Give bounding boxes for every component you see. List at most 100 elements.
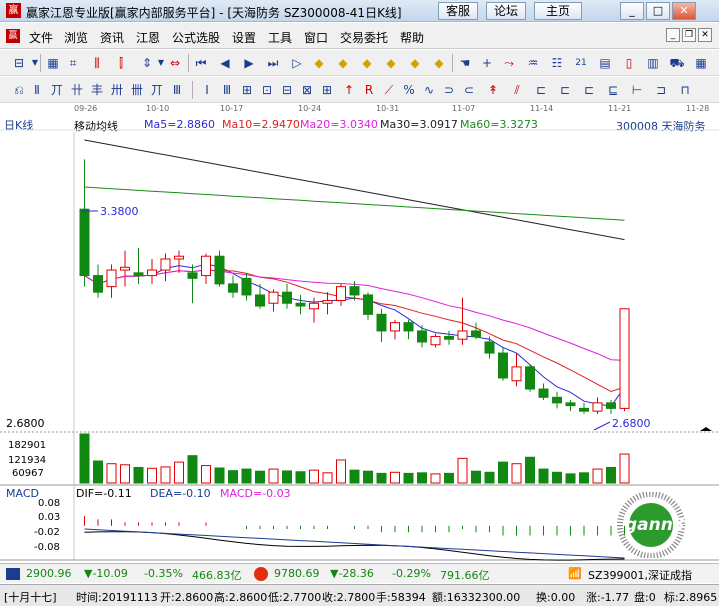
quote-turnover: 换:0.00 xyxy=(536,591,576,604)
candle-body xyxy=(525,366,535,390)
quote-close: 收:2.7800 xyxy=(322,591,376,604)
macd-tick: -0.08 xyxy=(34,542,60,553)
candle-body xyxy=(322,299,333,304)
volume-bar xyxy=(538,468,549,484)
candle-body xyxy=(430,335,441,346)
index-bar: 2900.96 ▼-10.09 -0.35% 466.83亿 9780.69 ▼… xyxy=(0,563,719,583)
volume-bar xyxy=(444,472,454,484)
candle-body xyxy=(606,402,616,409)
volume-tick: 121934 xyxy=(8,455,46,466)
sh-index-value[interactable]: 2900.96 xyxy=(26,567,72,580)
volume-bar xyxy=(336,459,346,484)
volume-bar xyxy=(241,468,252,484)
candle-body xyxy=(133,272,144,277)
candle-body xyxy=(498,352,508,379)
volume-bar xyxy=(201,465,211,484)
candle-body xyxy=(147,269,157,277)
volume-bar xyxy=(579,472,589,484)
sz-index-value[interactable]: 9780.69 xyxy=(274,567,320,580)
candle-body xyxy=(390,322,400,332)
candle-body xyxy=(241,277,252,296)
volume-bar xyxy=(133,466,144,484)
volume-bar xyxy=(255,470,265,484)
sh-index-amount: 466.83亿 xyxy=(192,569,242,582)
volume-bar xyxy=(268,468,279,484)
candle-body xyxy=(309,302,319,310)
candle-body xyxy=(120,266,130,271)
low-price-label: 2.6800 xyxy=(612,417,651,430)
quote-hand: 手:58394 xyxy=(376,591,426,604)
volume-bar xyxy=(322,472,333,484)
sz-index-change: ▼-28.36 xyxy=(330,567,374,580)
candle-body xyxy=(79,208,90,277)
sh-index-icon[interactable] xyxy=(6,568,20,580)
volume-bar xyxy=(511,463,522,484)
candle-body xyxy=(160,258,171,271)
dea-label: DEA=-0.10 xyxy=(150,487,211,500)
volume-bar xyxy=(619,453,630,484)
volume-bar xyxy=(471,470,481,484)
volume-bar xyxy=(295,471,306,484)
volume-bar xyxy=(79,433,90,484)
volume-bar xyxy=(160,466,171,484)
quote-time: 时间:20191113 xyxy=(76,591,158,604)
volume-bar xyxy=(552,471,562,484)
macd-value-label: MACD=-0.03 xyxy=(220,487,291,500)
candle-body xyxy=(619,308,630,409)
quote-pan: 盘:0 xyxy=(634,591,656,604)
index-code[interactable]: SZ399001,深证成指 xyxy=(588,567,692,583)
kline-chart-area[interactable]: 3.3800 2.6800 2.6800 182901 121934 60967… xyxy=(0,0,719,563)
candle-body xyxy=(552,396,562,404)
volume-bar xyxy=(93,460,103,484)
candle-body xyxy=(201,255,211,277)
sh-index-pct: -0.35% xyxy=(144,567,183,580)
candle-body xyxy=(592,402,603,412)
volume-bar xyxy=(106,463,117,484)
volume-bar xyxy=(484,471,495,484)
macd-tick: 0.03 xyxy=(38,512,60,523)
quote-open: 开:2.8600 xyxy=(160,591,214,604)
macd-tick: -0.02 xyxy=(34,527,60,538)
candle-body xyxy=(187,272,198,279)
sh-index-change: ▼-10.09 xyxy=(84,567,128,580)
volume-bar xyxy=(525,456,535,484)
volume-bar xyxy=(228,470,238,484)
candle-body xyxy=(579,407,589,412)
volume-bar xyxy=(363,470,373,484)
volume-bar xyxy=(147,467,157,484)
candle-body xyxy=(363,294,373,315)
ma60-line xyxy=(84,186,625,221)
volume-bar xyxy=(282,470,292,484)
candle-body xyxy=(349,286,360,296)
volume-bar xyxy=(376,472,387,484)
candle-body xyxy=(484,341,495,354)
volume-bar xyxy=(430,473,441,484)
candle-body xyxy=(471,330,481,337)
candle-body xyxy=(511,366,522,382)
quote-biao: 标:2.8965 xyxy=(664,591,718,604)
volume-bar xyxy=(606,466,616,484)
quote-low: 低:2.7700 xyxy=(268,591,322,604)
sz-index-icon[interactable] xyxy=(254,567,268,581)
lunar-date: [十月十七] xyxy=(4,591,57,604)
sz-index-pct: -0.29% xyxy=(392,567,431,580)
candle-body xyxy=(295,302,306,307)
quote-amount: 额:16332300.00 xyxy=(432,591,521,604)
candle-body xyxy=(336,286,346,301)
volume-tick: 182901 xyxy=(8,440,46,451)
quote-change: 涨:-1.77 xyxy=(586,591,630,604)
price-axis-low: 2.6800 xyxy=(6,417,45,430)
volume-bar xyxy=(417,472,427,484)
high-price-label: 3.3800 xyxy=(100,205,139,218)
watermark-text: gann360 xyxy=(625,515,709,535)
candle-body xyxy=(565,402,576,407)
candle-body xyxy=(444,335,454,340)
candle-body xyxy=(417,330,427,343)
candle-body xyxy=(106,269,117,288)
dif-label: DIF=-0.11 xyxy=(76,487,132,500)
quote-bar: [十月十七] 时间:20191113 开:2.8600 高:2.8600 低:2… xyxy=(0,584,719,606)
quote-high: 高:2.8600 xyxy=(214,591,268,604)
candle-body xyxy=(282,291,292,304)
candle-body xyxy=(228,283,238,293)
ma30-line xyxy=(84,139,625,241)
